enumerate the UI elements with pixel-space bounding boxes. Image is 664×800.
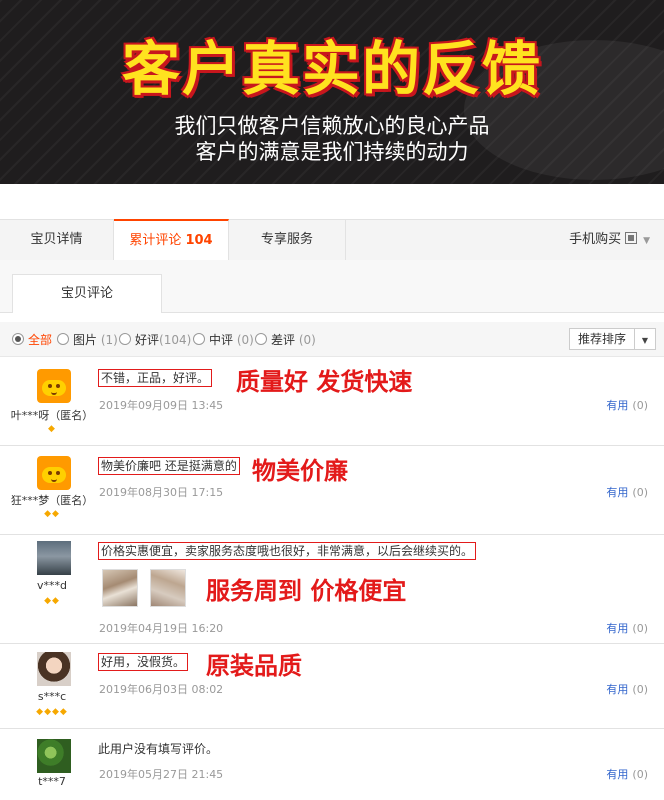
useful-label: 有用	[606, 622, 629, 635]
review-date: 2019年08月30日 17:15	[99, 486, 224, 499]
subtab-label: 宝贝评论	[60, 286, 113, 301]
chevron-down-icon: ▼	[641, 336, 649, 345]
avatar	[37, 541, 71, 575]
reviewer-level-icon: ◆◆◆◆	[36, 707, 68, 717]
filter-neutral[interactable]: 中评 (0)	[193, 332, 254, 348]
useful-label: 有用	[606, 683, 629, 696]
review-text: 价格实惠便宜，卖家服务态度哦也很好，非常满意，以后会继续买的。	[98, 542, 477, 560]
tab-reviews[interactable]: 累计评论 104	[114, 219, 229, 263]
radio-icon	[57, 333, 69, 345]
review-item: 狂***梦（匿名） ◆◆ 物美价廉吧 还是挺满意的 物美价廉 2019年08月3…	[0, 446, 664, 535]
filter-count: (1)	[100, 333, 118, 347]
review-annotation: 原装品质	[206, 652, 302, 680]
reviewer-name: 叶***呀（匿名）	[10, 409, 94, 422]
tab-label: 宝贝详情	[30, 232, 83, 247]
avatar-eye	[56, 471, 60, 475]
tab-bar: 宝贝详情 累计评论 104 专享服务 手机购买 ▼	[0, 219, 664, 263]
review-item: v***d ◆◆ 价格实惠便宜，卖家服务态度哦也很好，非常满意，以后会继续买的。…	[0, 535, 664, 644]
useful-label: 有用	[606, 486, 629, 499]
mobile-buy-button[interactable]: 手机购买 ▼	[569, 220, 650, 260]
banner-title: 客户真实的反馈	[121, 35, 542, 103]
filter-count: (0)	[236, 333, 254, 347]
review-date: 2019年04月19日 16:20	[99, 622, 224, 635]
useful-count: (0)	[632, 622, 648, 635]
useful-label: 有用	[606, 768, 629, 781]
useful-button[interactable]: 有用 (0)	[606, 620, 648, 636]
useful-count: (0)	[632, 399, 648, 412]
filter-label: 图片	[73, 333, 98, 347]
tab-label: 专享服务	[260, 232, 313, 247]
filter-count: (104)	[159, 333, 192, 347]
tab-item-details[interactable]: 宝贝详情	[0, 220, 114, 260]
useful-count: (0)	[632, 486, 648, 499]
avatar	[37, 369, 71, 403]
filter-label: 全部	[28, 333, 53, 347]
review-count: 104	[185, 233, 213, 248]
reviewer-name: s***c	[37, 690, 67, 703]
filter-label: 中评	[209, 333, 234, 347]
review-text: 不错，正品，好评。	[98, 369, 213, 387]
avatar	[37, 652, 71, 686]
review-photo-thumbnail[interactable]	[150, 569, 186, 607]
radio-icon	[255, 333, 267, 345]
review-text: 此用户没有填写评价。	[98, 742, 219, 756]
useful-button[interactable]: 有用 (0)	[606, 484, 648, 500]
review-photo-thumbnail[interactable]	[102, 569, 138, 607]
tab-services[interactable]: 专享服务	[229, 220, 346, 260]
avatar-eye	[56, 384, 60, 388]
reviewer-name: v***d	[37, 579, 67, 592]
radio-icon	[193, 333, 205, 345]
promo-banner: 客户真实的反馈 我们只做客户信赖放心的良心产品 客户的满意是我们持续的动力	[0, 0, 664, 184]
review-date: 2019年05月27日 21:45	[99, 768, 224, 781]
filter-negative[interactable]: 差评 (0)	[255, 332, 316, 348]
useful-button[interactable]: 有用 (0)	[606, 766, 648, 782]
avatar-eye	[48, 384, 52, 388]
chevron-down-icon: ▼	[643, 236, 650, 246]
qr-code-icon	[625, 232, 638, 244]
reviewer-name: t***7	[38, 775, 66, 788]
reviewer-level-icon: ◆◆	[44, 509, 60, 519]
review-item: t***7 此用户没有填写评价。 2019年05月27日 21:45 有用 (0)	[0, 729, 664, 800]
avatar-eye	[48, 471, 52, 475]
reviewer-level-icon: ◆◆	[44, 596, 60, 606]
radio-icon	[119, 333, 131, 345]
tab-label: 累计评论	[129, 233, 182, 248]
filter-images[interactable]: 图片 (1)	[57, 332, 118, 348]
review-annotation: 服务周到 价格便宜	[206, 577, 407, 605]
mobile-buy-label: 手机购买	[569, 232, 622, 247]
useful-label: 有用	[606, 399, 629, 412]
subtab-item-reviews[interactable]: 宝贝评论	[12, 274, 162, 313]
filter-label: 好评	[135, 333, 160, 347]
banner-subtitle-2: 客户的满意是我们持续的动力	[195, 140, 469, 164]
review-text: 物美价廉吧 还是挺满意的	[98, 457, 240, 475]
useful-count: (0)	[632, 683, 648, 696]
review-date: 2019年09月09日 13:45	[99, 399, 224, 412]
review-item: 叶***呀（匿名） ◆ 不错，正品，好评。 质量好 发货快速 2019年09月0…	[0, 357, 664, 446]
filter-count: (0)	[298, 333, 316, 347]
filter-all[interactable]: 全部	[12, 332, 52, 348]
useful-button[interactable]: 有用 (0)	[606, 397, 648, 413]
review-item: s***c ◆◆◆◆ 好用，没假货。 原装品质 2019年06月03日 08:0…	[0, 644, 664, 729]
review-annotation: 质量好 发货快速	[236, 368, 413, 396]
review-date: 2019年06月03日 08:02	[99, 683, 224, 696]
filter-positive[interactable]: 好评(104)	[119, 332, 191, 348]
radio-icon	[12, 333, 24, 345]
filter-label: 差评	[271, 333, 296, 347]
review-subpanel: 宝贝评论	[0, 260, 664, 313]
sort-dropdown[interactable]: 推荐排序 ▼	[568, 328, 656, 350]
review-text: 好用，没假货。	[98, 653, 189, 671]
avatar	[37, 739, 71, 773]
sort-label: 推荐排序	[570, 329, 635, 349]
review-annotation: 物美价廉	[252, 457, 348, 485]
avatar	[37, 456, 71, 490]
useful-button[interactable]: 有用 (0)	[606, 681, 648, 697]
useful-count: (0)	[632, 768, 648, 781]
reviewer-name: 狂***梦（匿名）	[10, 494, 94, 507]
reviewer-level-icon: ◆	[48, 424, 56, 434]
review-filter-bar: 全部 图片 (1) 好评(104) 中评 (0) 差评 (0) 推荐排序 ▼	[0, 322, 664, 357]
